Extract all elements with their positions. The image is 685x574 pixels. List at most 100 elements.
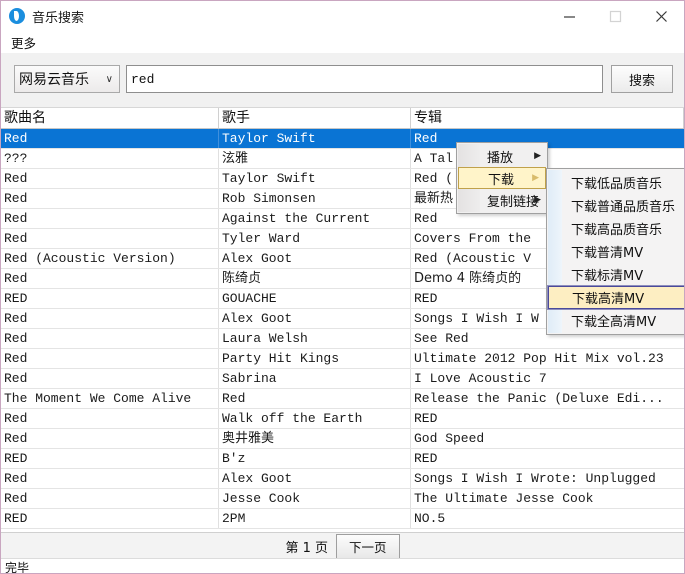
table-cell-song: RED xyxy=(1,289,219,308)
table-cell-artist: Party Hit Kings xyxy=(219,349,411,368)
source-select[interactable]: 网易云音乐 ∨ xyxy=(14,65,120,93)
menu-bar: 更多 xyxy=(1,31,684,53)
next-page-button[interactable]: 下一页 xyxy=(336,533,400,559)
chevron-down-icon: ∨ xyxy=(105,73,113,85)
download-submenu-item[interactable]: 下载高品质音乐 xyxy=(547,217,684,240)
table-cell-song: Red xyxy=(1,269,219,288)
download-submenu: 下载低品质音乐 下载普通品质音乐 下载高品质音乐 下载普清MV 下载标清MV 下载高清MV… xyxy=(546,168,684,335)
table-cell-song: Red xyxy=(1,229,219,248)
download-submenu-item-label: 下载低品质音乐 xyxy=(571,177,663,192)
search-input[interactable] xyxy=(126,65,603,93)
table-row[interactable]: ??? 泫雅 A Tal xyxy=(1,149,684,169)
table-cell-song: Red xyxy=(1,489,219,508)
table-cell-album: RED xyxy=(414,451,438,466)
table-cell-artist: Laura Welsh xyxy=(219,329,411,348)
table-row[interactable]: Red 奥井雅美 God Speed xyxy=(1,429,684,449)
table-cell-album: God Speed xyxy=(414,431,485,446)
column-header[interactable]: 歌曲名 xyxy=(1,108,219,128)
submenu-arrow-icon: ▶ xyxy=(534,151,541,161)
table-cell-song: RED xyxy=(1,449,219,468)
close-icon[interactable] xyxy=(638,1,684,31)
table-cell-artist: Alex Goot xyxy=(219,469,411,488)
context-menu-item-label: 复制链接 xyxy=(487,194,540,210)
table-row[interactable]: The Moment We Come Alive Red Release the P… xyxy=(1,389,684,409)
table-cell-artist: Rob Simonsen xyxy=(219,189,411,208)
table-cell-album: Release the Panic (Deluxe Edi... xyxy=(414,391,664,406)
table-row[interactable]: Red Jesse Cook The Ultimate Jesse Cook xyxy=(1,489,684,509)
table-cell-artist: Jesse Cook xyxy=(219,489,411,508)
table-cell-song: Red (Acoustic Version) xyxy=(1,249,219,268)
status-text: 完毕 xyxy=(5,561,30,574)
table-cell-song: ??? xyxy=(1,149,219,168)
download-submenu-item[interactable]: 下载全高清MV xyxy=(547,309,684,332)
music-app-icon xyxy=(9,8,25,24)
download-submenu-item-label: 下载普清MV xyxy=(571,246,644,261)
download-submenu-item[interactable]: 下载普清MV xyxy=(547,240,684,263)
table-cell-artist: Alex Goot xyxy=(219,309,411,328)
table-cell-artist: GOUACHE xyxy=(219,289,411,308)
page-indicator: 第 1 页 xyxy=(285,540,329,556)
table-header-row: 歌曲名 歌手 专辑 xyxy=(1,108,684,129)
table-cell-artist: B'z xyxy=(219,449,411,468)
menu-item-more[interactable]: 更多 xyxy=(7,32,40,53)
table-row[interactable]: Red Alex Goot Songs I Wish I Wrote: Unplug… xyxy=(1,469,684,489)
context-menu: 播放 ▶ 下载 ▶ 复制链接 ▶ xyxy=(456,142,548,214)
context-menu-item[interactable]: 复制链接 ▶ xyxy=(457,189,547,211)
download-submenu-item-label: 下载高品质音乐 xyxy=(571,223,663,238)
table-cell-artist: Walk off the Earth xyxy=(219,409,411,428)
table-cell-song: Red xyxy=(1,349,219,368)
column-header[interactable]: 专辑 xyxy=(411,108,684,128)
submenu-arrow-icon: ▶ xyxy=(534,195,541,205)
table-cell-song: Red xyxy=(1,469,219,488)
column-header[interactable]: 歌手 xyxy=(219,108,411,128)
submenu-arrow-icon: ▶ xyxy=(532,173,539,183)
table-cell-album: Songs I Wish I Wrote: Unplugged xyxy=(414,471,656,486)
table-cell-artist: Taylor Swift xyxy=(219,169,411,188)
maximize-icon[interactable] xyxy=(592,1,638,31)
download-submenu-item[interactable]: 下载低品质音乐 xyxy=(547,171,684,194)
table-row[interactable]: RED B'z RED xyxy=(1,449,684,469)
table-row[interactable]: Red Party Hit Kings Ultimate 2012 Pop Hit … xyxy=(1,349,684,369)
pagination-bar: 第 1 页 下一页 xyxy=(1,532,684,559)
table-cell-song: Red xyxy=(1,429,219,448)
table-cell-artist: Red xyxy=(219,389,411,408)
table-cell-song: Red xyxy=(1,329,219,348)
table-cell-song: Red xyxy=(1,129,219,148)
context-menu-item-label: 下载 xyxy=(488,172,515,188)
table-row[interactable]: Red Taylor Swift Red xyxy=(1,129,684,149)
context-menu-item[interactable]: 下载 ▶ xyxy=(458,167,546,189)
download-submenu-item[interactable]: 下载标清MV xyxy=(547,263,684,286)
window-title: 音乐搜索 xyxy=(32,10,85,26)
table-cell-album: I Love Acoustic 7 xyxy=(414,371,547,386)
download-submenu-item[interactable]: 下载普通品质音乐 xyxy=(547,194,684,217)
table-cell-artist: Tyler Ward xyxy=(219,229,411,248)
window-controls xyxy=(546,1,684,31)
table-cell-song: Red xyxy=(1,309,219,328)
search-button[interactable]: 搜索 xyxy=(611,65,673,93)
table-cell-song: Red xyxy=(1,369,219,388)
table-cell-song: Red xyxy=(1,189,219,208)
table-row[interactable]: RED 2PM NO.5 xyxy=(1,509,684,529)
table-cell-artist: Against the Current xyxy=(219,209,411,228)
table-header: 歌曲名 歌手 专辑 xyxy=(1,108,684,129)
download-submenu-item-label: 下载全高清MV xyxy=(571,315,657,330)
table-cell-artist: Taylor Swift xyxy=(219,129,411,148)
minimize-icon[interactable] xyxy=(546,1,592,31)
table-cell-song: The Moment We Come Alive xyxy=(1,389,219,408)
download-submenu-item-label: 下载普通品质音乐 xyxy=(571,200,676,215)
table-row[interactable]: Red Walk off the Earth RED xyxy=(1,409,684,429)
table-cell-artist: 奥井雅美 xyxy=(219,429,411,448)
table-cell-song: Red xyxy=(1,409,219,428)
table-cell-song: Red xyxy=(1,209,219,228)
table-cell-album: The Ultimate Jesse Cook xyxy=(414,491,594,506)
music-search-window: 音乐搜索 更多 网易云音乐 ∨ 搜索 歌曲名歌手专辑 RedTaylor Swi… xyxy=(0,0,685,574)
download-submenu-item-label: 下载标清MV xyxy=(571,269,644,284)
download-submenu-item[interactable]: 下载高清MV xyxy=(547,285,684,310)
table-cell-artist: 陈绮贞 xyxy=(219,269,411,288)
table-cell-album: RED xyxy=(414,411,438,426)
table-cell-song: Red xyxy=(1,169,219,188)
table-row[interactable]: Red Sabrina I Love Acoustic 7 xyxy=(1,369,684,389)
table-cell-album: NO.5 xyxy=(414,511,446,526)
context-menu-item[interactable]: 播放 ▶ xyxy=(457,145,547,167)
title-bar: 音乐搜索 xyxy=(1,1,684,31)
